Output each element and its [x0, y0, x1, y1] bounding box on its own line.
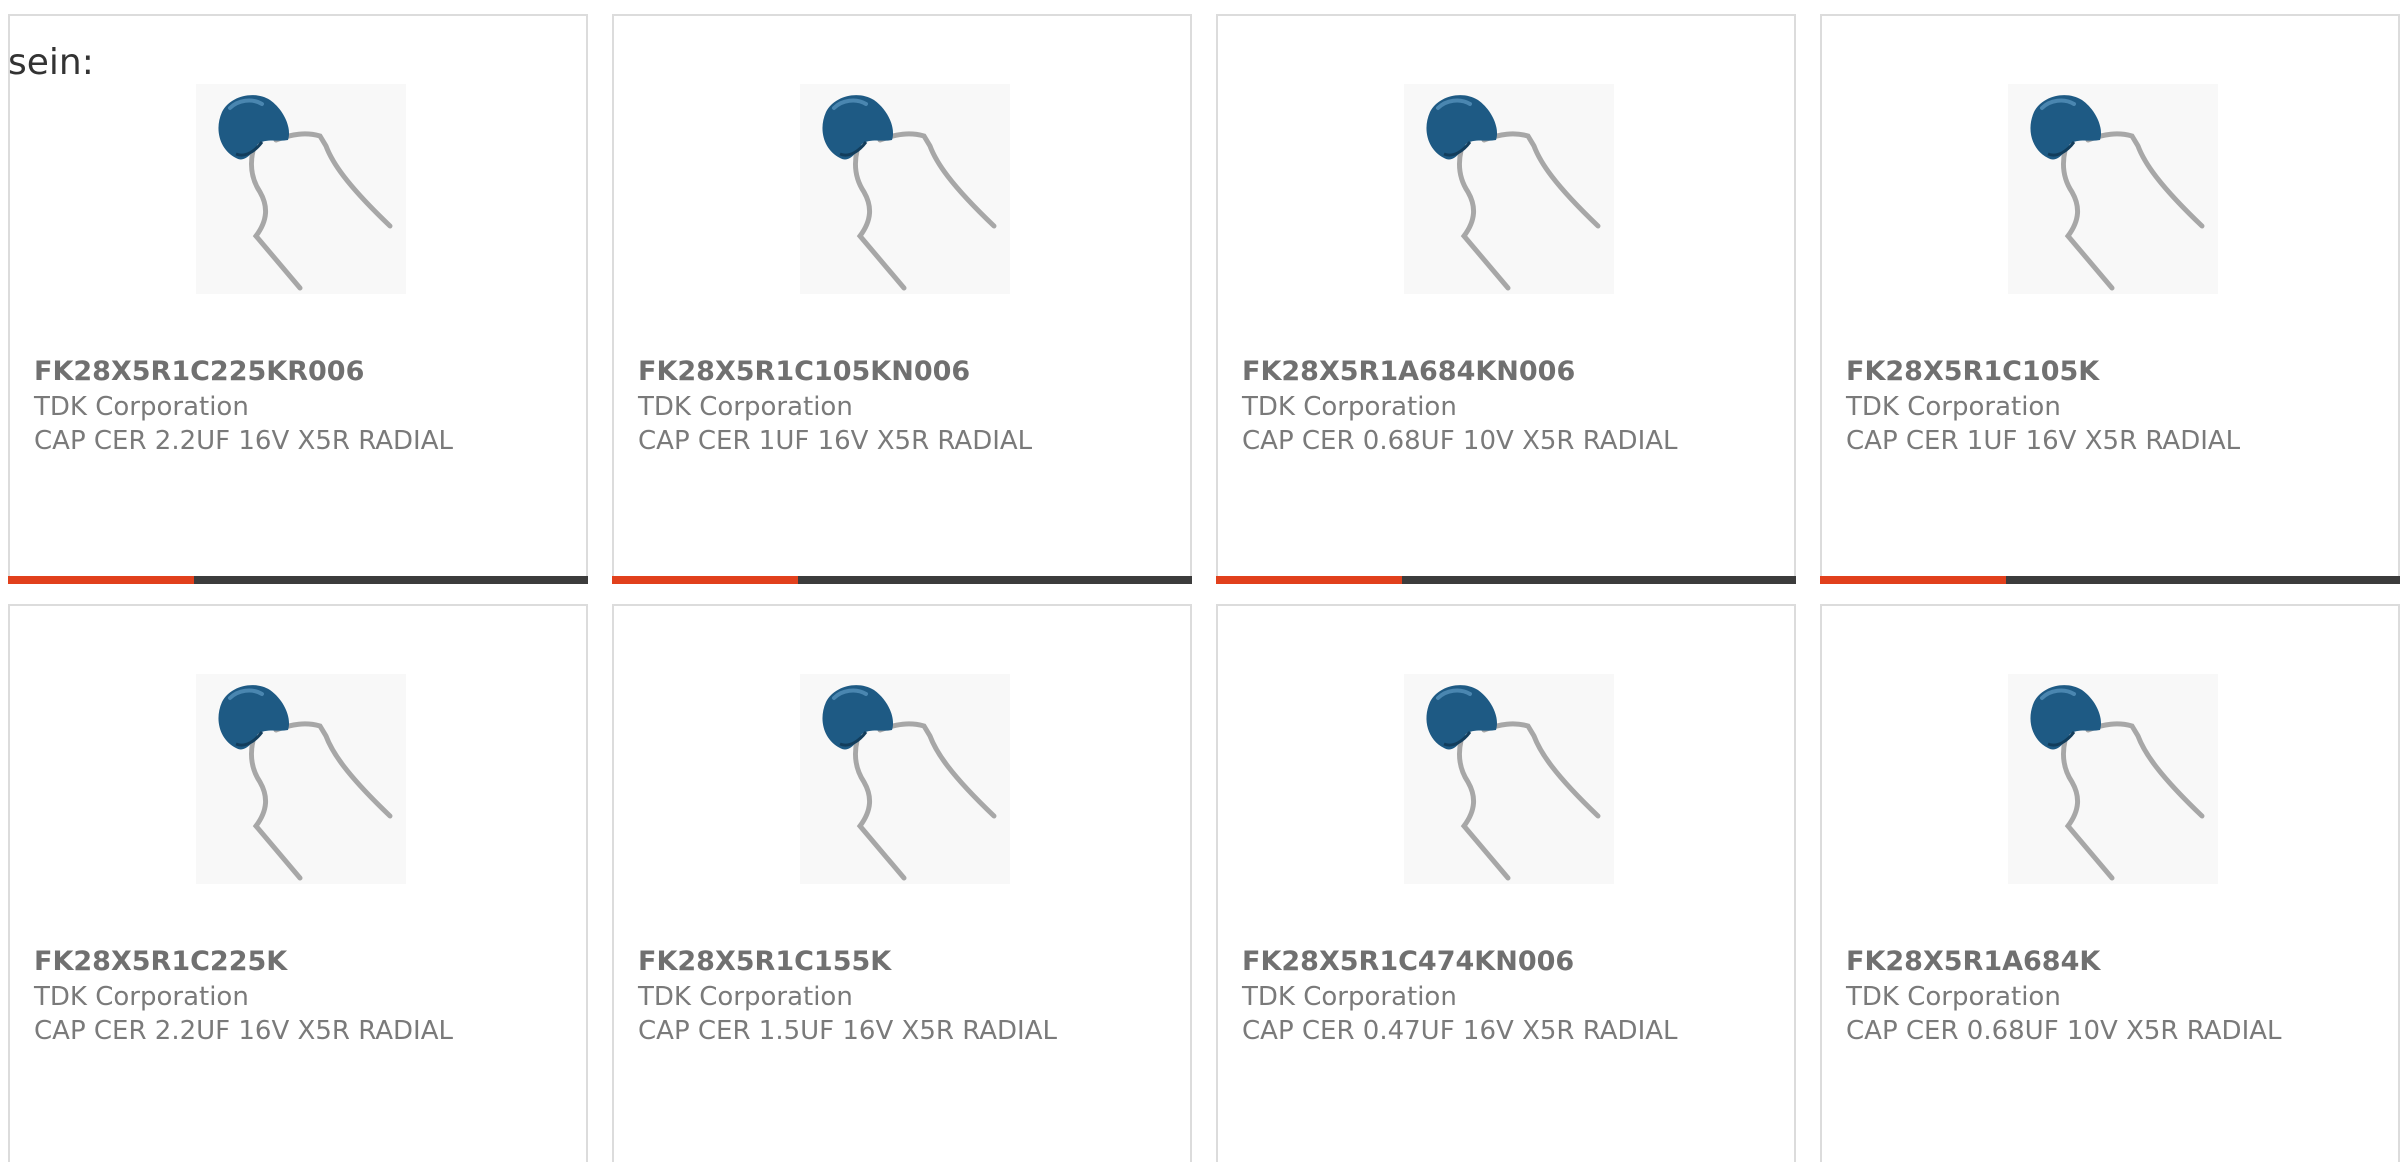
capacitor-icon	[2008, 674, 2218, 884]
part-number[interactable]: FK28X5R1C225KR006	[34, 356, 364, 387]
product-card[interactable]: FK28X5R1C105K TDK Corporation CAP CER 1U…	[1820, 14, 2400, 584]
progress-bar	[612, 576, 1192, 584]
capacitor-icon	[1404, 84, 1614, 294]
capacitor-image[interactable]	[1404, 84, 1614, 294]
part-number[interactable]: FK28X5R1C225K	[34, 946, 287, 977]
part-number[interactable]: FK28X5R1A684KN006	[1242, 356, 1575, 387]
capacitor-icon	[196, 674, 406, 884]
progress-bar	[8, 576, 588, 584]
part-number[interactable]: FK28X5R1C105KN006	[638, 356, 970, 387]
progress-bar	[1820, 576, 2400, 584]
product-card[interactable]: FK28X5R1C474KN006 TDK Corporation CAP CE…	[1216, 604, 1796, 1162]
part-number[interactable]: FK28X5R1C105K	[1846, 356, 2099, 387]
capacitor-image[interactable]	[196, 84, 406, 294]
capacitor-image[interactable]	[2008, 84, 2218, 294]
manufacturer: TDK Corporation	[34, 982, 249, 1012]
part-number[interactable]: FK28X5R1C474KN006	[1242, 946, 1574, 977]
capacitor-image[interactable]	[1404, 674, 1614, 884]
description: CAP CER 2.2UF 16V X5R RADIAL	[34, 426, 453, 456]
manufacturer: TDK Corporation	[34, 392, 249, 422]
progress-fill	[612, 576, 798, 584]
capacitor-image[interactable]	[800, 84, 1010, 294]
progress-fill	[8, 576, 194, 584]
description: CAP CER 1UF 16V X5R RADIAL	[638, 426, 1033, 456]
capacitor-icon	[800, 674, 1010, 884]
capacitor-icon	[2008, 84, 2218, 294]
description: CAP CER 0.68UF 10V X5R RADIAL	[1242, 426, 1678, 456]
product-card[interactable]: FK28X5R1C155K TDK Corporation CAP CER 1.…	[612, 604, 1192, 1162]
product-card[interactable]: FK28X5R1C105KN006 TDK Corporation CAP CE…	[612, 14, 1192, 584]
capacitor-image[interactable]	[2008, 674, 2218, 884]
capacitor-icon	[800, 84, 1010, 294]
description: CAP CER 0.47UF 16V X5R RADIAL	[1242, 1016, 1678, 1046]
description: CAP CER 0.68UF 10V X5R RADIAL	[1846, 1016, 2282, 1046]
description: CAP CER 1.5UF 16V X5R RADIAL	[638, 1016, 1057, 1046]
product-card[interactable]: FK28X5R1C225KR006 TDK Corporation CAP CE…	[8, 14, 588, 584]
capacitor-icon	[1404, 674, 1614, 884]
product-card[interactable]: FK28X5R1A684K TDK Corporation CAP CER 0.…	[1820, 604, 2400, 1162]
manufacturer: TDK Corporation	[1846, 392, 2061, 422]
part-number[interactable]: FK28X5R1A684K	[1846, 946, 2100, 977]
description: CAP CER 2.2UF 16V X5R RADIAL	[34, 1016, 453, 1046]
description: CAP CER 1UF 16V X5R RADIAL	[1846, 426, 2241, 456]
manufacturer: TDK Corporation	[638, 982, 853, 1012]
manufacturer: TDK Corporation	[638, 392, 853, 422]
progress-bar	[1216, 576, 1796, 584]
manufacturer: TDK Corporation	[1242, 392, 1457, 422]
manufacturer: TDK Corporation	[1846, 982, 2061, 1012]
intro-text: sein:	[8, 42, 94, 83]
capacitor-image[interactable]	[196, 674, 406, 884]
progress-fill	[1820, 576, 2006, 584]
capacitor-icon	[196, 84, 406, 294]
product-card[interactable]: FK28X5R1A684KN006 TDK Corporation CAP CE…	[1216, 14, 1796, 584]
page: sein: FK28X5R1C225KR006 TDK Corporation …	[0, 0, 2400, 1162]
product-card[interactable]: FK28X5R1C225K TDK Corporation CAP CER 2.…	[8, 604, 588, 1162]
capacitor-image[interactable]	[800, 674, 1010, 884]
part-number[interactable]: FK28X5R1C155K	[638, 946, 891, 977]
progress-fill	[1216, 576, 1402, 584]
manufacturer: TDK Corporation	[1242, 982, 1457, 1012]
